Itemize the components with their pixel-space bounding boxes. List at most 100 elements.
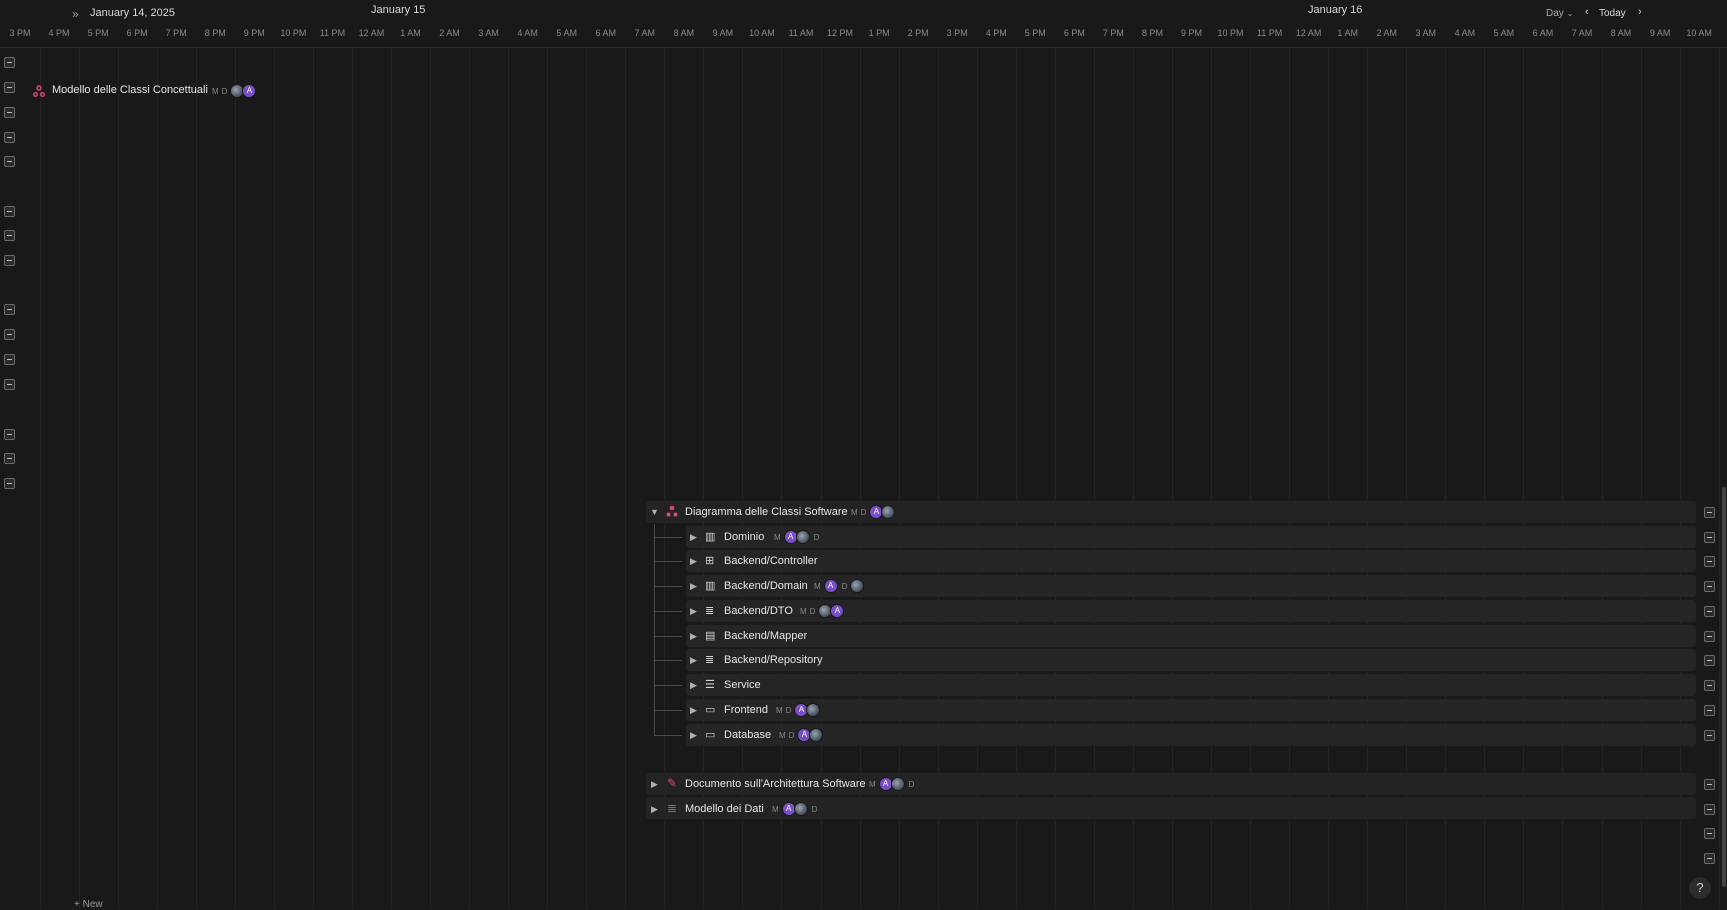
tree-connector xyxy=(654,586,682,587)
hour-label: 1 AM xyxy=(400,28,421,38)
assignees: M D A xyxy=(779,728,824,742)
collapse-toggle-icon[interactable] xyxy=(4,453,15,464)
row-label: Diagramma delle Classi Software xyxy=(685,506,848,518)
collapse-toggle-icon[interactable] xyxy=(4,354,15,365)
caret-right-icon[interactable]: ▶ xyxy=(690,705,697,716)
tag-m: M xyxy=(774,532,781,542)
collapse-toggle-icon[interactable] xyxy=(4,230,15,241)
collapse-toggle-icon[interactable] xyxy=(4,304,15,315)
caret-down-icon[interactable]: ▼ xyxy=(650,507,659,517)
caret-right-icon[interactable]: ▶ xyxy=(651,779,658,790)
hour-label: 9 AM xyxy=(1649,28,1671,38)
collapse-toggle-icon[interactable] xyxy=(4,429,15,440)
help-button[interactable]: ? xyxy=(1689,877,1711,899)
hour-label: 4 PM xyxy=(48,28,70,38)
hour-label: 11 PM xyxy=(1256,28,1283,38)
avatar xyxy=(850,579,865,593)
avatar xyxy=(809,728,824,742)
tag-m: M xyxy=(800,606,807,616)
avatar: A xyxy=(823,579,838,593)
collapse-toggle-icon[interactable] xyxy=(1704,705,1715,716)
tree-connector xyxy=(654,561,682,562)
hour-label: 1 AM xyxy=(1337,28,1358,38)
caret-right-icon[interactable]: ▶ xyxy=(690,581,697,592)
grid-line xyxy=(118,47,119,909)
collapse-toggle-icon[interactable] xyxy=(1704,655,1715,666)
caret-right-icon[interactable]: ▶ xyxy=(651,804,658,815)
scrollbar[interactable] xyxy=(1722,487,1726,887)
collapse-toggle-icon[interactable] xyxy=(1704,507,1715,518)
assignees: M A D xyxy=(772,802,820,816)
row-label: Backend/Repository xyxy=(724,654,823,666)
assignees: M D A xyxy=(776,703,821,717)
row-label: Modello dei Dati xyxy=(685,803,764,815)
tag-m: M xyxy=(869,779,876,789)
collapse-toggle-icon[interactable] xyxy=(4,57,15,68)
tag-m: M xyxy=(851,507,858,517)
assignees: M A D xyxy=(869,777,917,791)
row-label: Database xyxy=(724,729,772,741)
row-label: Dominio xyxy=(724,531,765,543)
row-label: Backend/Domain xyxy=(724,580,808,592)
collapse-toggle-icon[interactable] xyxy=(4,329,15,340)
grid-line xyxy=(235,47,236,909)
caret-right-icon[interactable]: ▶ xyxy=(690,556,697,567)
chevron-right-icon[interactable]: › xyxy=(1638,6,1642,18)
collapse-toggle-icon[interactable] xyxy=(1704,680,1715,691)
collapse-toggle-icon[interactable] xyxy=(1704,730,1715,741)
collapse-toggle-icon[interactable] xyxy=(1704,828,1715,839)
collapse-toggle-icon[interactable] xyxy=(1704,779,1715,790)
caret-right-icon[interactable]: ▶ xyxy=(690,606,697,617)
collapse-toggle-icon[interactable] xyxy=(4,379,15,390)
collapse-toggle-icon[interactable] xyxy=(1704,631,1715,642)
map-icon: ▤ xyxy=(705,630,716,642)
collapse-toggle-icon[interactable] xyxy=(4,478,15,489)
collapse-toggle-icon[interactable] xyxy=(1704,606,1715,617)
pen-icon: ✎ xyxy=(667,776,678,790)
hour-label: 6 PM xyxy=(126,28,148,38)
new-button[interactable]: + New xyxy=(74,899,103,910)
chevron-left-icon[interactable]: ‹ xyxy=(1585,6,1589,18)
collapse-toggle-icon[interactable] xyxy=(4,206,15,217)
collapse-toggle-icon[interactable] xyxy=(4,255,15,266)
view-mode-select[interactable]: Day ⌄ xyxy=(1546,8,1573,19)
hour-label: 5 PM xyxy=(87,28,109,38)
assignees: M D A xyxy=(851,505,896,519)
grid-line xyxy=(625,47,626,909)
double-chevron-right-icon[interactable]: » xyxy=(72,7,79,21)
caret-right-icon[interactable]: ▶ xyxy=(690,730,697,741)
hour-label: 12 PM xyxy=(827,28,854,38)
avatar xyxy=(806,703,821,717)
hour-label: 10 PM xyxy=(280,28,307,38)
gamepad-icon: ⊞ xyxy=(705,555,715,567)
collapse-toggle-icon[interactable] xyxy=(1704,804,1715,815)
hour-label: 4 AM xyxy=(517,28,538,38)
hour-label: 9 PM xyxy=(1180,28,1203,38)
collapse-toggle-icon[interactable] xyxy=(1704,853,1715,864)
row-label: Backend/DTO xyxy=(724,605,793,617)
collapse-toggle-icon[interactable] xyxy=(4,107,15,118)
hour-label: 6 AM xyxy=(595,28,617,38)
hour-label: 1 PM xyxy=(868,28,890,38)
collapse-toggle-icon[interactable] xyxy=(4,132,15,143)
collapse-toggle-icon[interactable] xyxy=(4,82,15,93)
building-icon: ▥ xyxy=(705,580,716,592)
monitor-icon: ▭ xyxy=(705,729,716,741)
hour-label: 7 AM xyxy=(634,28,656,38)
caret-right-icon[interactable]: ▶ xyxy=(690,532,697,543)
tag-d: D xyxy=(860,507,867,517)
class-diagram-icon xyxy=(666,505,678,517)
hour-label: 12 AM xyxy=(1295,28,1322,38)
grid-line xyxy=(313,47,314,909)
collapse-toggle-icon[interactable] xyxy=(1704,556,1715,567)
collapse-toggle-icon[interactable] xyxy=(4,156,15,167)
today-button[interactable]: Today xyxy=(1599,8,1626,19)
collapse-toggle-icon[interactable] xyxy=(1704,581,1715,592)
hour-label: 11 PM xyxy=(319,28,346,38)
tag-d: D xyxy=(811,804,818,814)
caret-right-icon[interactable]: ▶ xyxy=(690,680,697,691)
collapse-toggle-icon[interactable] xyxy=(1704,532,1715,543)
tree-connector xyxy=(654,660,682,661)
caret-right-icon[interactable]: ▶ xyxy=(690,655,697,666)
caret-right-icon[interactable]: ▶ xyxy=(690,631,697,642)
